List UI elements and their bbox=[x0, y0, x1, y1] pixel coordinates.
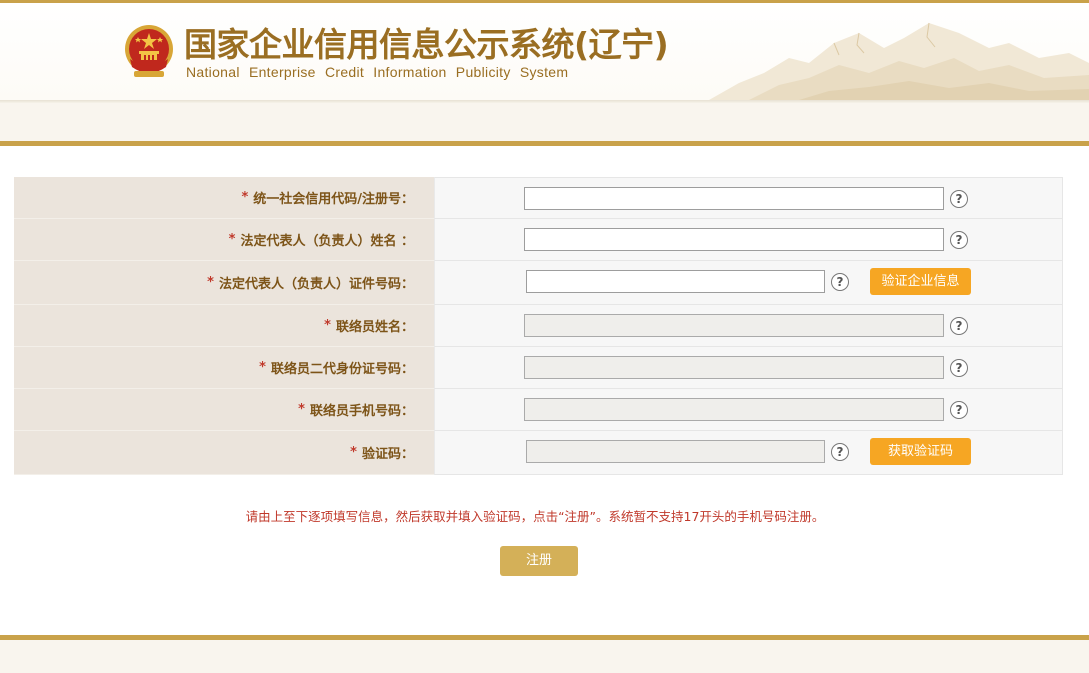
national-emblem-icon bbox=[125, 25, 173, 77]
form-field-cell: ? 获取验证码 bbox=[434, 431, 1063, 475]
label-contact-phone: * 联络员手机号码： bbox=[14, 389, 434, 431]
required-marker: * bbox=[298, 402, 305, 417]
registration-form: * 统一社会信用代码/注册号： ? * 法定代表人（负责人）姓名 ： ? * 法… bbox=[14, 177, 1063, 475]
form-field-cell: ? bbox=[434, 177, 1063, 219]
help-icon[interactable]: ? bbox=[950, 359, 968, 377]
nav-gold-line bbox=[0, 141, 1089, 146]
help-icon[interactable]: ? bbox=[950, 317, 968, 335]
footer-band bbox=[0, 640, 1089, 673]
help-icon[interactable]: ? bbox=[831, 273, 849, 291]
instruction-notice: 请由上至下逐项填写信息，然后获取并填入验证码，点击“注册”。系统暂不支持17开头… bbox=[245, 509, 825, 524]
label-verification-code: * 验证码： bbox=[14, 431, 434, 475]
mountain-landscape-decoration bbox=[709, 22, 1089, 100]
verify-enterprise-button[interactable]: 验证企业信息 bbox=[870, 268, 971, 295]
label-text: 法定代表人（负责人）姓名 ： bbox=[240, 234, 414, 249]
contact-name-input[interactable] bbox=[524, 314, 944, 337]
nav-band bbox=[0, 103, 1089, 141]
site-header: 国家企业信用信息公示系统(辽宁) National Enterprise Cre… bbox=[0, 3, 1089, 100]
site-title-chinese: 国家企业信用信息公示系统(辽宁) bbox=[184, 25, 669, 64]
help-icon[interactable]: ? bbox=[950, 190, 968, 208]
form-row-legal-rep-id: * 法定代表人（负责人）证件号码： ? 验证企业信息 bbox=[14, 261, 1063, 305]
label-contact-id: * 联络员二代身份证号码： bbox=[14, 347, 434, 389]
help-icon[interactable]: ? bbox=[831, 443, 849, 461]
register-button[interactable]: 注册 bbox=[500, 546, 578, 576]
label-legal-rep-name: * 法定代表人（负责人）姓名 ： bbox=[14, 219, 434, 261]
required-marker: * bbox=[259, 360, 266, 375]
form-row-credit-code: * 统一社会信用代码/注册号： ? bbox=[14, 177, 1063, 219]
required-marker: * bbox=[241, 190, 249, 205]
legal-rep-id-input[interactable] bbox=[526, 270, 825, 293]
form-row-legal-rep-name: * 法定代表人（负责人）姓名 ： ? bbox=[14, 219, 1063, 261]
form-field-cell: ? 验证企业信息 bbox=[434, 261, 1063, 305]
label-legal-rep-id: * 法定代表人（负责人）证件号码： bbox=[14, 261, 434, 305]
site-title-english: National Enterprise Credit Information P… bbox=[186, 64, 569, 80]
form-field-cell: ? bbox=[434, 347, 1063, 389]
label-contact-name: * 联络员姓名： bbox=[14, 305, 434, 347]
contact-phone-input[interactable] bbox=[524, 398, 944, 421]
form-field-cell: ? bbox=[434, 219, 1063, 261]
help-icon[interactable]: ? bbox=[950, 231, 968, 249]
get-verification-code-button[interactable]: 获取验证码 bbox=[870, 438, 971, 465]
form-row-contact-name: * 联络员姓名： ? bbox=[14, 305, 1063, 347]
label-text: 联络员姓名： bbox=[335, 320, 414, 335]
required-marker: * bbox=[350, 445, 357, 460]
credit-code-input[interactable] bbox=[524, 187, 944, 210]
help-icon[interactable]: ? bbox=[950, 401, 968, 419]
legal-rep-name-input[interactable] bbox=[524, 228, 944, 251]
form-row-contact-phone: * 联络员手机号码： ? bbox=[14, 389, 1063, 431]
form-row-contact-id: * 联络员二代身份证号码： ? bbox=[14, 347, 1063, 389]
required-marker: * bbox=[228, 232, 236, 247]
required-marker: * bbox=[207, 275, 214, 290]
form-field-cell: ? bbox=[434, 305, 1063, 347]
label-text: 法定代表人（负责人）证件号码： bbox=[218, 277, 414, 292]
label-text: 联络员二代身份证号码： bbox=[270, 362, 414, 377]
verification-code-input[interactable] bbox=[526, 440, 825, 463]
label-text: 验证码： bbox=[361, 447, 414, 462]
form-field-cell: ? bbox=[434, 389, 1063, 431]
contact-id-input[interactable] bbox=[524, 356, 944, 379]
label-text: 联络员手机号码： bbox=[309, 404, 414, 419]
form-row-verification-code: * 验证码： ? 获取验证码 bbox=[14, 431, 1063, 475]
label-credit-code: * 统一社会信用代码/注册号： bbox=[14, 177, 434, 219]
label-text: 统一社会信用代码/注册号： bbox=[253, 192, 414, 207]
required-marker: * bbox=[324, 318, 331, 333]
